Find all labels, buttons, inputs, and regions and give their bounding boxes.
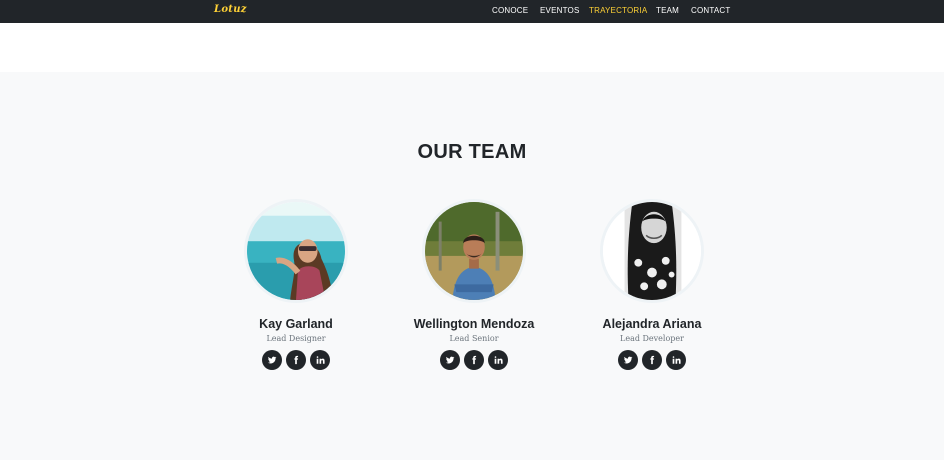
linkedin-icon[interactable] (666, 350, 686, 370)
facebook-icon[interactable] (642, 350, 662, 370)
linkedin-icon[interactable] (488, 350, 508, 370)
nav-link-trayectoria[interactable]: TRAYECTORIA (589, 6, 647, 15)
nav-link-contact[interactable]: CONTACT (691, 6, 730, 15)
avatar (600, 199, 704, 303)
member-name: Wellington Mendoza (413, 317, 535, 331)
social-links (552, 350, 752, 370)
member-name: Kay Garland (259, 317, 333, 331)
facebook-icon[interactable] (464, 350, 484, 370)
team-member-card: Wellington Mendoza Lead Senior (374, 199, 574, 370)
member-photo (425, 202, 523, 300)
avatar (244, 199, 348, 303)
member-photo (247, 202, 345, 300)
nav-link-conoce[interactable]: CONOCE (492, 6, 528, 15)
team-member-card: Kay Garland Lead Designer (196, 199, 396, 370)
nav-link-team[interactable]: TEAM (656, 6, 679, 15)
twitter-icon[interactable] (440, 350, 460, 370)
team-section-title: OUR TEAM (417, 141, 527, 163)
facebook-icon[interactable] (286, 350, 306, 370)
twitter-icon[interactable] (618, 350, 638, 370)
social-links (374, 350, 574, 370)
member-role: Lead Senior (449, 334, 499, 343)
team-member-card: Alejandra Ariana Lead Developer (552, 199, 752, 370)
header-band (0, 23, 944, 72)
nav-links: CONOCE EVENTOS TRAYECTORIA TEAM CONTACT (0, 0, 944, 23)
nav-link-eventos[interactable]: EVENTOS (540, 6, 580, 15)
member-role: Lead Developer (620, 334, 684, 343)
avatar (422, 199, 526, 303)
member-name: Alejandra Ariana (602, 317, 702, 331)
navbar: Lotuz CONOCE EVENTOS TRAYECTORIA TEAM CO… (0, 0, 944, 23)
member-photo (603, 202, 701, 300)
member-role: Lead Designer (266, 334, 326, 343)
linkedin-icon[interactable] (310, 350, 330, 370)
social-links (196, 350, 396, 370)
twitter-icon[interactable] (262, 350, 282, 370)
